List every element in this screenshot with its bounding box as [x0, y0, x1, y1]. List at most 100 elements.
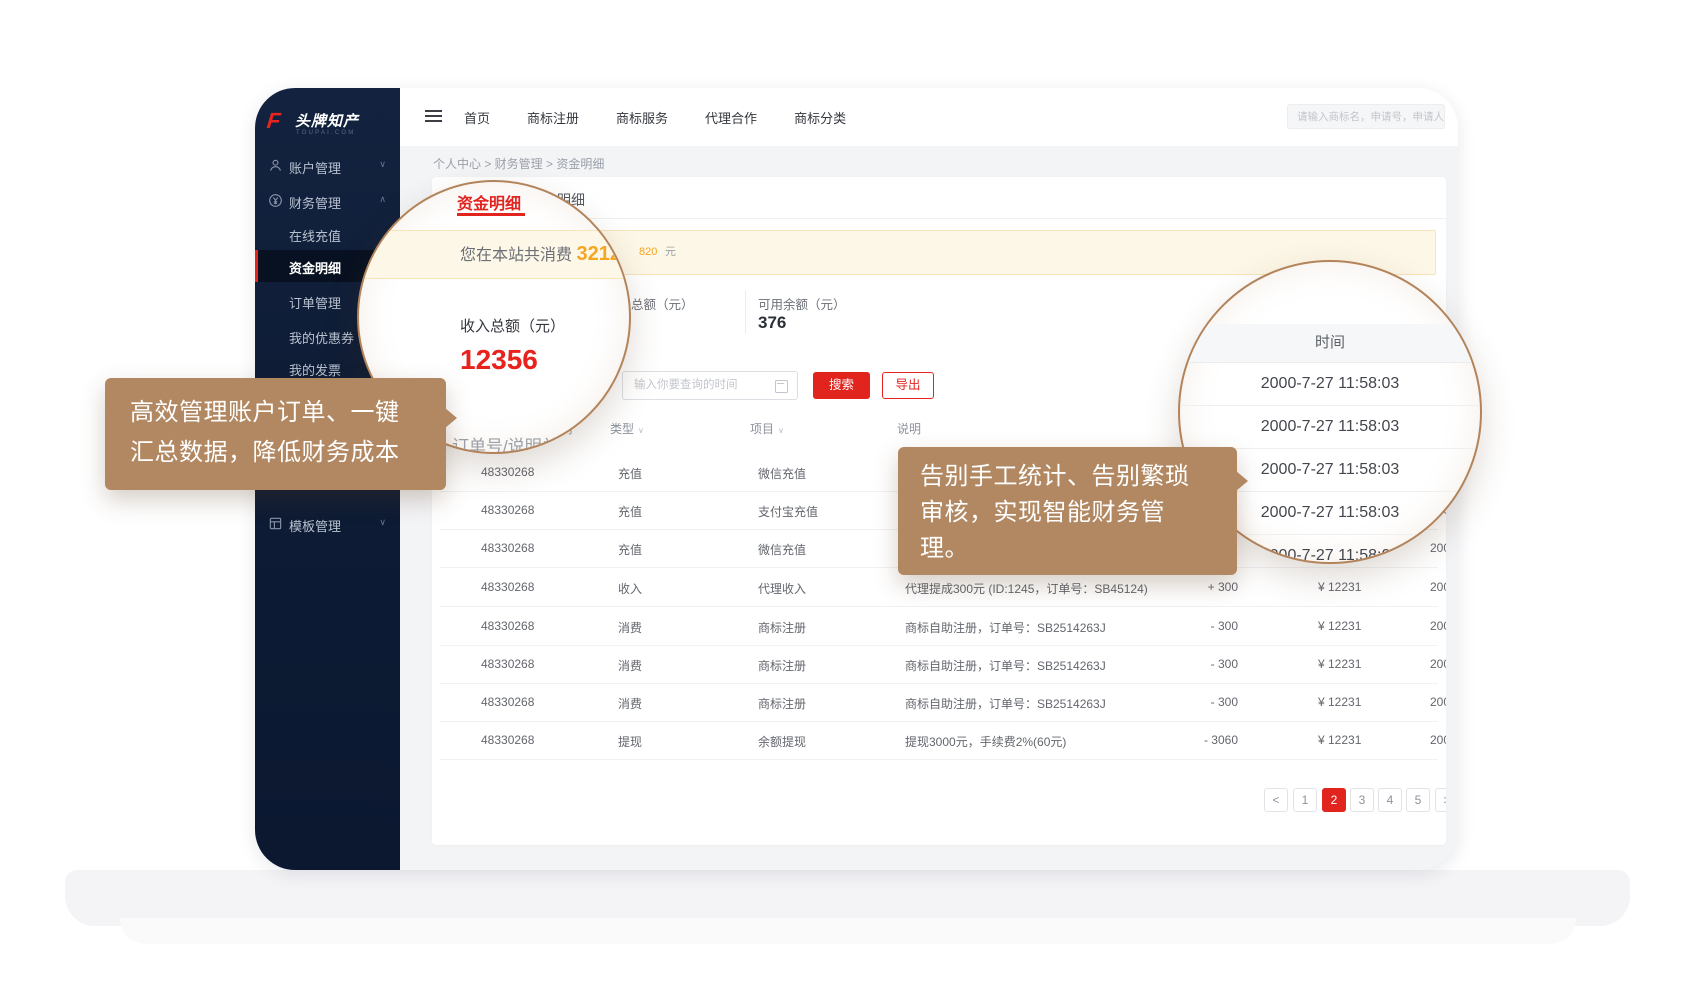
tooltip-arrow-icon [1236, 471, 1258, 491]
cell-project: 余额提现 [758, 733, 806, 750]
brand-logo[interactable]: F 头牌知产 TOUPAI.COM [267, 108, 392, 152]
pagination-next[interactable]: > [1435, 788, 1446, 812]
magnified-time-value: 2000-7-27 11:58:03 [1261, 461, 1399, 478]
top-bar: 首页 商标注册 商标服务 代理合作 商标分类 请输入商标名，申请号，申请人 [400, 88, 1458, 147]
cell-amount: + 300 [1160, 580, 1238, 594]
user-icon [268, 158, 283, 173]
cell-type: 充值 [618, 465, 642, 482]
sidebar-item-模板管理[interactable]: 模板管理∨ [255, 508, 400, 540]
pagination-page-5[interactable]: 5 [1406, 788, 1430, 812]
top-nav-tab[interactable]: 商标注册 [527, 108, 579, 127]
tooltip-line: 告别手工统计、告别繁琐 [920, 459, 1237, 495]
active-indicator [255, 250, 258, 282]
magnified-time-header: 时间 [1180, 324, 1480, 363]
cell-project: 微信充值 [758, 465, 806, 482]
cell-amount: - 300 [1160, 657, 1238, 671]
magnified-time-value: 2000-7-27 11:58:03 [1261, 547, 1399, 564]
chevron-down-icon: ∨ [638, 426, 644, 435]
finance-icon [268, 193, 283, 208]
date-placeholder: 输入你要查询的时间 [634, 372, 738, 399]
cell-balance: ¥ 12231 [1318, 580, 1361, 594]
sidebar-item-财务管理[interactable]: 财务管理 ∧ [255, 185, 400, 217]
tooltip-left: 高效管理账户订单、一键汇总数据，降低财务成本 [105, 378, 446, 490]
cell-order: 48330268 [481, 619, 534, 633]
search-button[interactable]: 搜索 [813, 372, 870, 399]
hamburger-icon[interactable] [425, 115, 442, 117]
col-header-desc: 说明 [897, 420, 921, 448]
col-header-type-label: 类型 [610, 422, 634, 436]
cell-type: 收入 [618, 580, 642, 597]
col-header-type[interactable]: 类型 ∨ [610, 420, 644, 448]
col-header-project[interactable]: 项目∨ [750, 420, 784, 448]
cell-project: 支付宝充值 [758, 503, 818, 520]
top-nav-tab[interactable]: 商标分类 [794, 108, 846, 127]
stat-balance-value: 376 [758, 313, 786, 333]
calendar-icon[interactable] [775, 380, 788, 393]
cell-time: 2000-7-27 11:58:03 [1430, 695, 1446, 709]
cell-order: 48330268 [481, 733, 534, 747]
export-button[interactable]: 导出 [882, 372, 934, 399]
magnified-tab: 资金明细 [457, 190, 521, 214]
cell-balance: ¥ 12231 [1318, 619, 1361, 633]
cell-time: 2000-7-27 11:58:03 [1430, 733, 1446, 747]
pagination-page-4[interactable]: 4 [1378, 788, 1402, 812]
cell-order: 48330268 [481, 695, 534, 709]
top-nav-tab[interactable]: 首页 [464, 108, 490, 127]
pagination-page-3[interactable]: 3 [1350, 788, 1374, 812]
magnified-time-value: 2000-7-27 11:58:03 [1261, 418, 1399, 435]
tooltip-left-text: 高效管理账户订单、一键汇总数据，降低财务成本 [130, 393, 446, 473]
table-row: 48330268消费商标注册商标自助注册，订单号：SB2514263J- 300… [440, 645, 1438, 684]
cell-type: 充值 [618, 503, 642, 520]
sidebar-item-账户管理[interactable]: 账户管理 ∨ [255, 150, 400, 182]
date-range-input[interactable]: 输入你要查询的时间 [622, 371, 798, 400]
cell-amount: - 300 [1160, 695, 1238, 709]
cell-project: 代理收入 [758, 580, 806, 597]
magnified-table-header: 订单号/说明关键词 [452, 432, 593, 454]
pagination-prev[interactable]: < [1264, 788, 1288, 812]
chevron-down-icon: ∨ [379, 517, 386, 528]
sidebar-item-label: 账户管理 [289, 158, 341, 177]
cell-desc: 提现3000元，手续费2%(60元) [905, 733, 1066, 750]
sidebar-item-label: 在线充值 [289, 226, 341, 245]
cell-project: 商标注册 [758, 695, 806, 712]
tooltip-right-text: 告别手工统计、告别繁琐审核，实现智能财务管理。 [920, 459, 1237, 567]
stat-divider [745, 290, 746, 334]
col-header-project-label: 项目 [750, 422, 774, 436]
cell-amount: - 3060 [1160, 733, 1238, 747]
banner-unit: 元 [665, 231, 676, 274]
chevron-up-icon: ∧ [379, 194, 386, 205]
table-row: 48330268消费商标注册商标自助注册，订单号：SB2514263J- 300… [440, 683, 1438, 722]
magnified-time-value: 2000-7-27 11:58:03 [1261, 375, 1399, 392]
sidebar-item-label: 资金明细 [289, 258, 341, 277]
tooltip-line: 理。 [920, 531, 1237, 567]
pagination-page-2[interactable]: 2 [1322, 788, 1346, 812]
table-row: 48330268提现余额提现提现3000元，手续费2%(60元)- 3060¥ … [440, 721, 1438, 760]
pagination-page-1[interactable]: 1 [1293, 788, 1317, 812]
tooltip-line: 汇总数据，降低财务成本 [130, 433, 446, 473]
chevron-down-icon: ∨ [379, 159, 386, 170]
cell-type: 消费 [618, 657, 642, 674]
breadcrumb: 个人中心 > 财务管理 > 资金明细 [433, 155, 604, 172]
stat-balance-label: 可用余额（元） [758, 294, 846, 313]
laptop-base-shadow [120, 918, 1576, 944]
top-nav-tab[interactable]: 代理合作 [705, 108, 757, 127]
cell-order: 48330268 [481, 541, 534, 555]
pagination: <12345> [432, 788, 1446, 812]
top-nav-tab[interactable]: 商标服务 [616, 108, 668, 127]
cell-order: 48330268 [481, 503, 534, 517]
tooltip-arrow-icon [445, 408, 467, 428]
cell-time: 2000-7-27 11:58:03 [1430, 619, 1446, 633]
brand-name: 头牌知产 [295, 110, 359, 131]
cell-time: 2000-7-27 11:58:03 [1430, 580, 1446, 594]
sidebar-item-label: 我的发票 [289, 360, 341, 379]
page: F 头牌知产 TOUPAI.COM 账户管理∨财务管理∧在线充值资金明细订单管理… [0, 0, 1696, 1002]
brand-caption: TOUPAI.COM [296, 130, 355, 136]
magnified-income-label: 收入总额（元） [460, 315, 565, 336]
cell-amount: - 300 [1160, 619, 1238, 633]
banner-small-amount: 820 [639, 231, 657, 274]
sidebar-item-label: 订单管理 [289, 293, 341, 312]
cell-project: 商标注册 [758, 657, 806, 674]
cell-project: 微信充值 [758, 541, 806, 558]
sidebar-item-label: 财务管理 [289, 193, 341, 212]
search-input[interactable]: 请输入商标名，申请号，申请人 [1287, 104, 1445, 129]
